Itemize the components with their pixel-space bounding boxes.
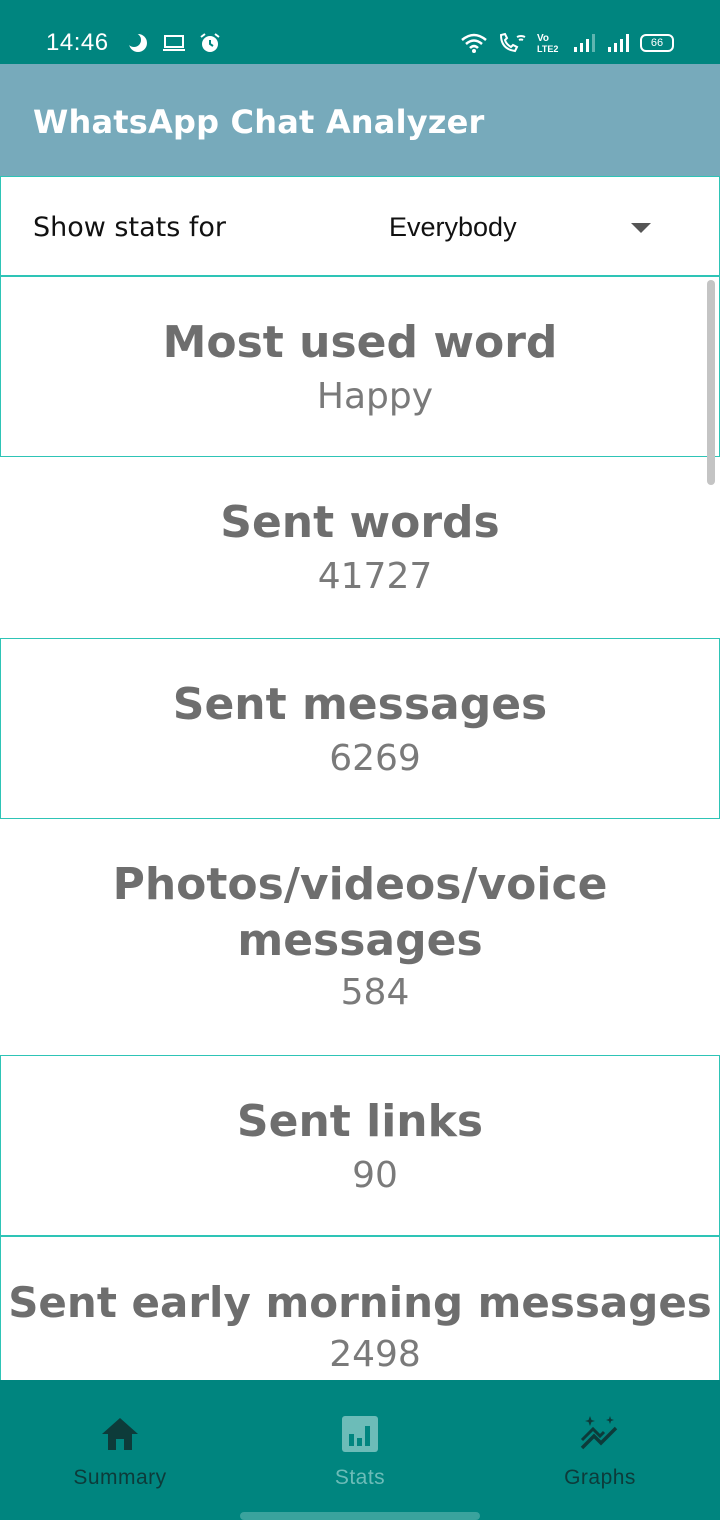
- signal-icon: [608, 34, 629, 52]
- battery-icon: 66: [640, 34, 674, 52]
- bottom-nav: Summary Stats Graphs: [0, 1380, 720, 1520]
- sparkle-chart-icon: [580, 1416, 618, 1450]
- status-right-icons: Vo LTE2 66: [460, 30, 674, 56]
- nav-label-summary: Summary: [73, 1466, 167, 1489]
- signal-icon: [574, 34, 595, 52]
- volte-icon: Vo LTE2: [537, 33, 558, 54]
- stat-title: Sent messages: [172, 679, 548, 730]
- stat-title: Photos/videos/voice: [112, 859, 608, 910]
- stat-value: 41727: [317, 556, 433, 597]
- stat-title: Sent links: [236, 1096, 484, 1147]
- nav-item-stats[interactable]: Stats: [240, 1380, 480, 1520]
- stat-card: Sent links 90: [0, 1055, 720, 1236]
- filter-label: Show stats for: [33, 212, 226, 243]
- stat-value: 584: [340, 972, 410, 1013]
- stat-title: messages: [237, 915, 483, 966]
- svg-text:LTE2: LTE2: [537, 44, 558, 54]
- dropdown-arrow-icon: [631, 223, 651, 233]
- status-time: 14:46: [46, 29, 109, 56]
- home-icon: [102, 1418, 138, 1450]
- moon-icon: [127, 33, 147, 52]
- stat-value: Happy: [316, 376, 434, 417]
- stat-value: 90: [352, 1155, 398, 1196]
- app-title: WhatsApp Chat Analyzer: [33, 103, 485, 141]
- status-left-icons: [126, 30, 222, 56]
- filter-row: Show stats for Everybody: [0, 176, 720, 276]
- stat-card: Sent early morning messages 2498: [0, 1236, 720, 1380]
- stat-card: Photos/videos/voice messages 584: [0, 819, 720, 1055]
- home-indicator[interactable]: [240, 1512, 480, 1520]
- scrollbar[interactable]: [707, 280, 715, 485]
- wifi-icon: [461, 33, 487, 53]
- stats-list[interactable]: Most used word Happy Sent words 41727 Se…: [0, 276, 720, 1380]
- stat-title: Sent words: [220, 497, 500, 548]
- app-bar: WhatsApp Chat Analyzer: [0, 64, 720, 176]
- dropdown-selected-value: Everybody: [389, 212, 517, 242]
- laptop-icon: [163, 35, 185, 51]
- stat-card: Most used word Happy: [0, 276, 720, 457]
- nav-item-graphs[interactable]: Graphs: [480, 1380, 720, 1520]
- stat-card: Sent words 41727: [0, 457, 720, 638]
- alarm-icon: [200, 33, 220, 52]
- nav-label-stats: Stats: [334, 1466, 386, 1489]
- nav-item-summary[interactable]: Summary: [0, 1380, 240, 1520]
- svg-text:Vo: Vo: [537, 33, 549, 44]
- stat-value: 2498: [329, 1334, 421, 1375]
- wifi-call-icon: [499, 32, 526, 53]
- status-bar: 14:46 Vo LTE2 66: [0, 0, 720, 64]
- stat-card: Sent messages 6269: [0, 638, 720, 819]
- stat-value: 6269: [329, 738, 421, 779]
- person-dropdown[interactable]: Everybody: [389, 205, 689, 251]
- stat-title: Sent early morning messages: [8, 1278, 712, 1327]
- stat-title: Most used word: [162, 317, 558, 368]
- bar-chart-icon: [342, 1416, 378, 1452]
- nav-label-graphs: Graphs: [564, 1466, 636, 1489]
